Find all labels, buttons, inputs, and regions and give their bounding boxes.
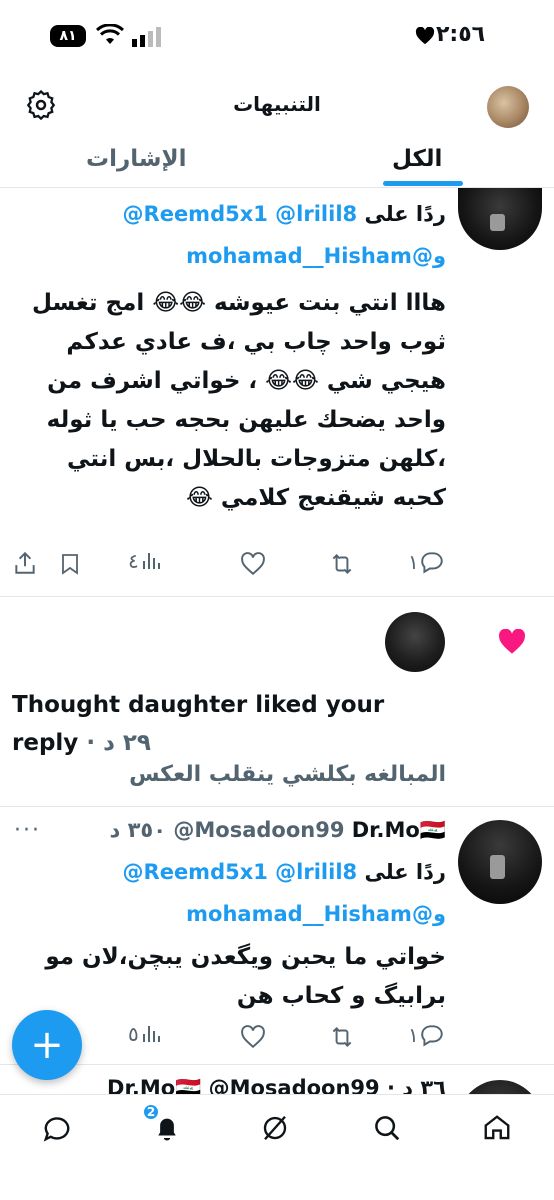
next-tweet-peek[interactable]: Dr.Mo🇮🇶 @Mosadoon99 · ٣٦ د — [0, 1068, 554, 1094]
tweet-time: ٣٥٠ د — [109, 818, 167, 842]
reply-context-line-1: ردًا على @Reemd5x1 @lrilil8 — [123, 202, 446, 226]
heart-icon — [499, 629, 525, 654]
tweet-actions: ١ ٥ — [0, 1022, 554, 1052]
liked-reply-quote[interactable]: المبالغه بكلشي ينقلب العكس — [129, 762, 446, 787]
tab-mentions[interactable]: الإشارات — [86, 146, 187, 172]
views-stat[interactable]: ٤ — [124, 549, 163, 573]
reply-icon — [421, 552, 443, 574]
divider — [0, 596, 554, 597]
divider — [0, 806, 554, 807]
reply-mentions[interactable]: @Reemd5x1 @lrilil8 — [123, 860, 358, 884]
more-options-icon[interactable]: ··· — [14, 818, 41, 843]
like-icon[interactable] — [240, 551, 266, 577]
active-tab-indicator — [383, 181, 463, 186]
reply-button[interactable]: ١ — [404, 1022, 445, 1048]
like-notification-time: · ٢٩ د — [86, 730, 151, 756]
divider — [0, 1064, 554, 1065]
views-count: ٥ — [128, 1022, 139, 1046]
notifications-header: التنبيهات الإشارات الكل — [0, 74, 554, 188]
bookmark-icon[interactable] — [58, 551, 82, 577]
liker-avatar[interactable] — [385, 612, 445, 672]
avatar[interactable] — [458, 820, 542, 904]
page-title: التنبيهات — [233, 92, 321, 116]
views-stat[interactable]: ٥ — [124, 1022, 163, 1046]
retweet-icon[interactable] — [328, 1024, 356, 1050]
home-icon[interactable] — [482, 1113, 512, 1143]
signal-icon — [132, 27, 161, 47]
tweet-body: خواتي ما يحبن ويگعدن يبچن،لان مو برابيگ … — [45, 944, 446, 1009]
reply-context-line-2[interactable]: و@mohamad__Hisham — [186, 244, 446, 268]
share-icon[interactable] — [12, 549, 38, 577]
tweet-reply-1[interactable]: ردًا على @Reemd5x1 @lrilil8 و@mohamad__H… — [0, 188, 554, 588]
tab-all[interactable]: الكل — [392, 146, 442, 172]
views-icon — [142, 1026, 160, 1042]
status-bar: ٨١ ٢:٥٦ — [0, 0, 554, 74]
reply-prefix: ردًا على — [364, 202, 446, 226]
profile-avatar[interactable] — [487, 86, 529, 128]
battery-indicator: ٨١ — [50, 25, 86, 47]
reply-button[interactable]: ١ — [404, 549, 445, 575]
messages-icon[interactable] — [42, 1113, 72, 1143]
like-notification-message: Thought daughter liked your reply — [12, 692, 385, 756]
reply-context-line-2[interactable]: و@mohamad__Hisham — [186, 902, 446, 926]
status-clock: ٢:٥٦ — [436, 22, 486, 47]
wifi-icon — [96, 24, 124, 44]
bottom-navigation: 2 — [0, 1094, 554, 1200]
reply-icon — [421, 1025, 443, 1047]
notifications-badge: 2 — [142, 1103, 160, 1121]
grok-icon[interactable] — [260, 1113, 290, 1143]
compose-button[interactable]: + — [12, 1010, 82, 1080]
heart-status-icon — [415, 27, 435, 45]
tweet-author-line[interactable]: ٣٥٠ د @Mosadoon99 Dr.Mo🇮🇶 — [110, 818, 446, 843]
reply-count: ١ — [408, 1023, 419, 1047]
avatar — [458, 1080, 542, 1094]
reply-count: ١ — [408, 550, 419, 574]
peek-author-line: Dr.Mo🇮🇶 @Mosadoon99 · ٣٦ د — [107, 1076, 446, 1094]
reply-prefix: ردًا على — [364, 860, 446, 884]
tweet-author-name: Dr.Mo🇮🇶 — [351, 818, 446, 842]
tweet-handle: @Mosadoon99 — [173, 818, 345, 842]
tweet-actions: ١ ٤ — [0, 549, 554, 579]
like-notification-text[interactable]: Thought daughter liked your reply · ٢٩ د — [12, 686, 452, 762]
like-icon[interactable] — [240, 1024, 266, 1050]
views-icon — [142, 553, 160, 569]
tweet-body: هااا انتي بنت عيوشه 😂😂 امج تغسل ثوب واحد… — [31, 290, 446, 511]
views-count: ٤ — [128, 549, 139, 573]
search-icon[interactable] — [372, 1113, 402, 1143]
reply-mentions[interactable]: @Reemd5x1 @lrilil8 — [123, 202, 358, 226]
reply-context-line-1: ردًا على @Reemd5x1 @lrilil8 — [123, 860, 446, 884]
retweet-icon[interactable] — [328, 551, 356, 577]
avatar[interactable] — [458, 188, 542, 250]
